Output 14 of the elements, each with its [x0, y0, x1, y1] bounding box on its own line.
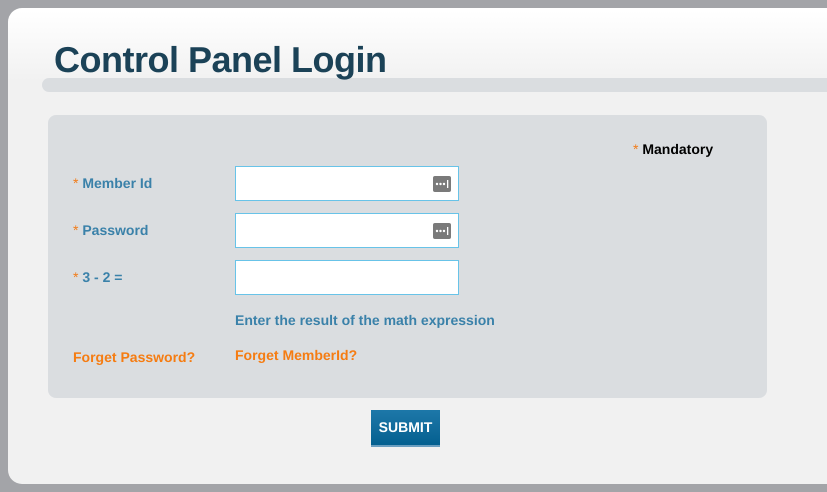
- forgot-password-link[interactable]: Forget Password?: [73, 347, 196, 368]
- mandatory-note: * Mandatory: [633, 140, 714, 159]
- input-field[interactable]: [235, 213, 459, 248]
- hint-text: Enter the result of the math expression: [235, 311, 495, 330]
- password-manager-icon[interactable]: [433, 223, 451, 239]
- input-field[interactable]: [235, 260, 459, 295]
- field-label: * Member Id: [73, 174, 154, 193]
- submit-button[interactable]: SUBMIT: [371, 410, 440, 447]
- field-label: * Password: [73, 221, 150, 240]
- page-title: Control Panel Login: [54, 40, 386, 80]
- field-label: * 3 - 2 =: [73, 268, 124, 287]
- forgot-memberid-link[interactable]: Forget MemberId?: [235, 345, 358, 366]
- password-manager-icon[interactable]: [433, 176, 451, 192]
- input-field[interactable]: [235, 166, 459, 201]
